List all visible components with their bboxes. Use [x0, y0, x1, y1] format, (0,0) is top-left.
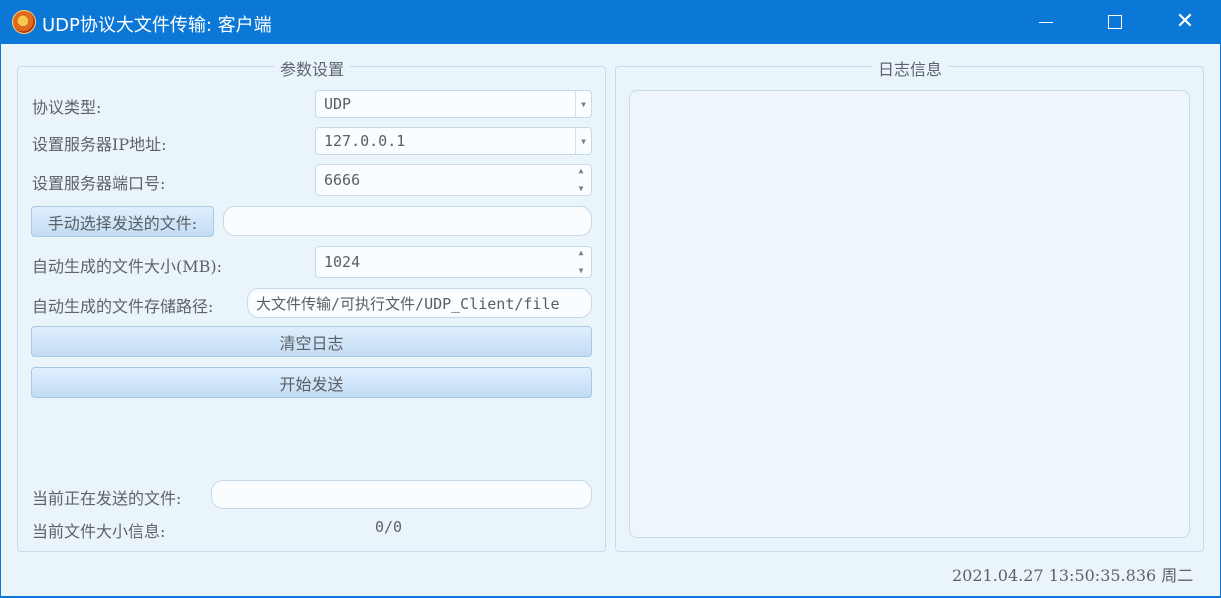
auto-path-input[interactable]: 大文件传输/可执行文件/UDP_Client/file [247, 288, 592, 318]
start-send-button[interactable]: 开始发送 [31, 367, 592, 398]
current-file-label: 当前正在发送的文件: [32, 489, 182, 508]
auto-path-label: 自动生成的文件存储路径: [32, 297, 214, 316]
spin-down-icon[interactable]: ▼ [579, 185, 584, 193]
spin-up-icon[interactable]: ▲ [579, 249, 584, 257]
window-border-left [0, 44, 1, 598]
title-bar[interactable]: UDP协议大文件传输: 客户端 ✕ [0, 0, 1221, 44]
protocol-select[interactable]: UDP ▼ [315, 90, 592, 118]
auto-size-label: 自动生成的文件大小(MB): [32, 257, 223, 276]
server-ip-combo[interactable]: 127.0.0.1 ▼ [315, 127, 592, 155]
chevron-down-icon[interactable]: ▼ [575, 128, 591, 154]
server-port-label: 设置服务器端口号: [32, 174, 166, 193]
maximize-button[interactable] [1080, 0, 1150, 44]
choose-file-button[interactable]: 手动选择发送的文件: [31, 206, 214, 237]
current-size-label: 当前文件大小信息: [32, 522, 166, 541]
auto-path-value: 大文件传输/可执行文件/UDP_Client/file [256, 294, 560, 313]
log-group-title: 日志信息 [872, 56, 949, 80]
maximize-icon [1108, 15, 1122, 29]
chosen-file-input[interactable] [223, 206, 592, 236]
server-port-spinbox[interactable]: 6666 ▲ ▼ [315, 164, 592, 196]
log-textarea[interactable] [629, 90, 1190, 538]
auto-size-value: 1024 [324, 253, 361, 271]
current-file-input[interactable] [211, 480, 592, 509]
spin-up-icon[interactable]: ▲ [579, 167, 584, 175]
clear-log-button[interactable]: 清空日志 [31, 326, 592, 357]
server-ip-value: 127.0.0.1 [324, 132, 406, 150]
minimize-icon [1039, 21, 1053, 23]
spin-arrows[interactable]: ▲ ▼ [575, 249, 587, 275]
current-size-value: 0/0 [375, 518, 403, 536]
chevron-down-icon[interactable]: ▼ [575, 91, 591, 117]
auto-size-spinbox[interactable]: 1024 ▲ ▼ [315, 246, 592, 278]
app-logo-icon [12, 10, 36, 34]
server-port-value: 6666 [324, 171, 361, 189]
close-button[interactable]: ✕ [1150, 0, 1220, 44]
params-group-title: 参数设置 [274, 56, 351, 80]
server-ip-label: 设置服务器IP地址: [32, 135, 167, 154]
protocol-value: UDP [324, 95, 352, 113]
window-title: UDP协议大文件传输: 客户端 [42, 15, 272, 36]
protocol-label: 协议类型: [32, 98, 102, 117]
minimize-button[interactable] [1011, 0, 1081, 44]
spin-down-icon[interactable]: ▼ [579, 267, 584, 275]
status-datetime: 2021.04.27 13:50:35.836 周二 [952, 566, 1194, 585]
spin-arrows[interactable]: ▲ ▼ [575, 167, 587, 193]
close-icon: ✕ [1175, 9, 1195, 34]
